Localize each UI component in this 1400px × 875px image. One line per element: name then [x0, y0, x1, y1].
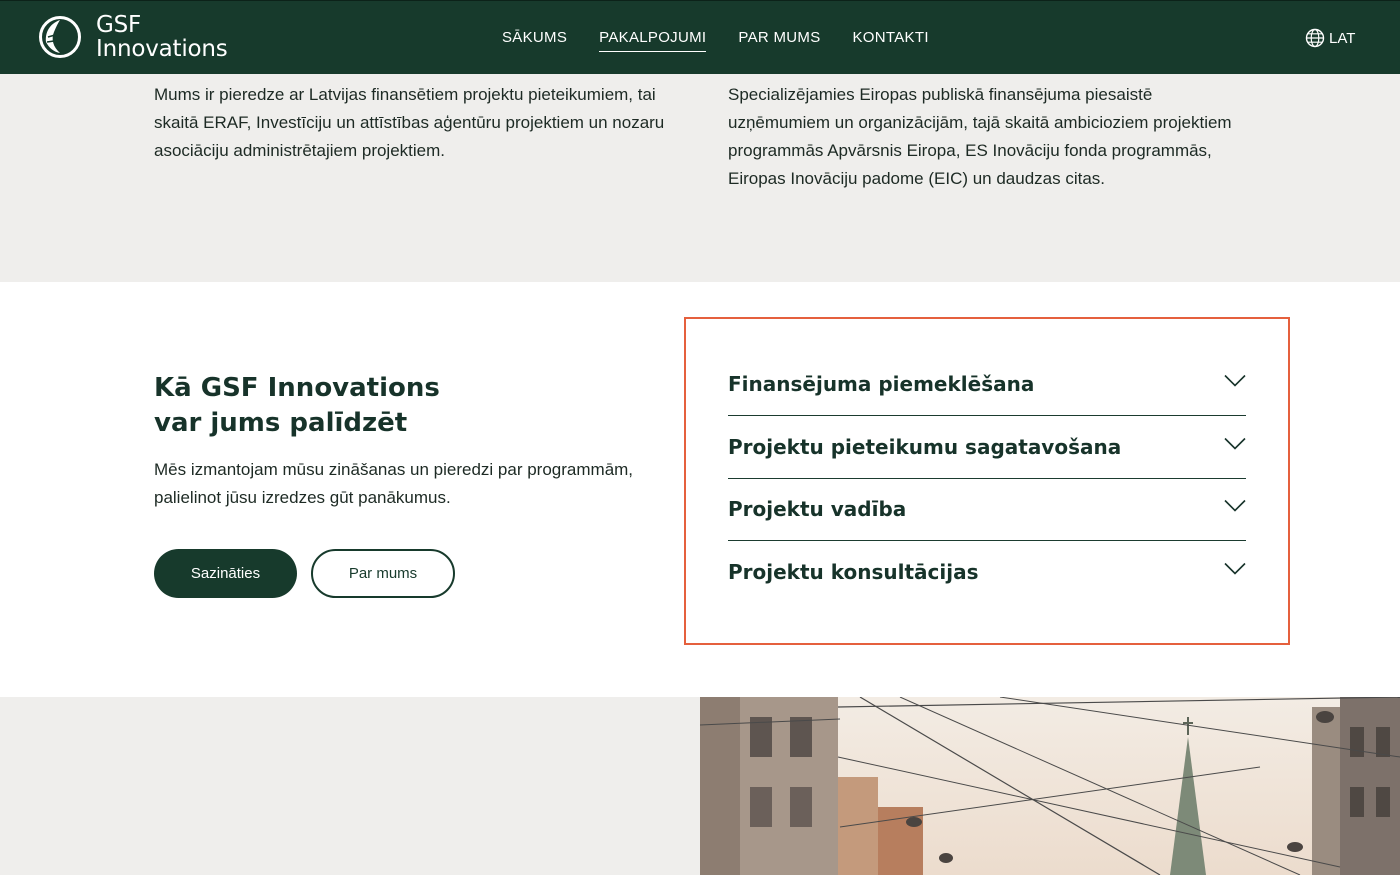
intro-text-left: Mums ir pieredze ar Latvijas finansētiem… — [154, 85, 665, 160]
help-description: Mēs izmantojam mūsu zināšanas un pieredz… — [154, 460, 634, 507]
logo-mark-icon — [39, 16, 81, 58]
language-label: LAT — [1329, 29, 1356, 47]
bottom-band — [0, 697, 700, 875]
logo-text: GSF Innovations — [96, 13, 228, 61]
accordion-item-label: Projektu konsultācijas — [728, 560, 979, 584]
language-switcher[interactable]: LAT — [1305, 28, 1355, 48]
globe-icon — [1305, 28, 1325, 48]
logo-line-2: Innovations — [96, 36, 228, 62]
accordion-item-funding-search[interactable]: Finansējuma piemeklēšana — [728, 370, 1246, 432]
main-nav: SĀKUMS PAKALPOJUMI PAR MUMS KONTAKTI — [502, 29, 961, 52]
nav-item-sakums[interactable]: SĀKUMS — [502, 29, 567, 52]
city-street-photo — [700, 697, 1400, 875]
nav-item-pakalpojumi[interactable]: PAKALPOJUMI — [599, 29, 707, 52]
logo-line-1: GSF — [96, 12, 142, 38]
accordion-item-label: Projektu vadība — [728, 497, 907, 521]
chevron-down-icon — [1224, 562, 1246, 575]
accordion-item-label: Finansējuma piemeklēšana — [728, 372, 1035, 396]
logo[interactable]: GSF Innovations — [38, 13, 228, 61]
help-title-line-2: var jums palīdzēt — [154, 408, 408, 438]
nav-item-par-mums[interactable]: PAR MUMS — [738, 29, 820, 52]
about-us-button[interactable]: Par mums — [311, 549, 455, 598]
accordion-item-label: Projektu pieteikumu sagatavošana — [728, 435, 1122, 459]
nav-item-kontakti[interactable]: KONTAKTI — [853, 29, 929, 52]
accordion-divider — [728, 540, 1246, 541]
city-street-illustration — [700, 697, 1400, 875]
accordion-item-application-prep[interactable]: Projektu pieteikumu sagatavošana — [728, 433, 1246, 495]
help-title-line-1: Kā GSF Innovations — [154, 373, 440, 403]
chevron-down-icon — [1224, 499, 1246, 512]
accordion-item-project-management[interactable]: Projektu vadība — [728, 495, 1246, 557]
contact-button[interactable]: Sazināties — [154, 549, 297, 598]
site-header: GSF Innovations SĀKUMS PAKALPOJUMI PAR M… — [0, 0, 1400, 74]
accordion-item-consulting[interactable]: Projektu konsultācijas — [728, 558, 1246, 620]
chevron-down-icon — [1224, 374, 1246, 387]
accordion-divider — [728, 415, 1246, 416]
accordion-divider — [728, 478, 1246, 479]
help-title: Kā GSF Innovations var jums palīdzēt — [154, 371, 634, 441]
intro-text-right: Specializējamies Eiropas publiskā finans… — [728, 85, 1232, 188]
chevron-down-icon — [1224, 437, 1246, 450]
